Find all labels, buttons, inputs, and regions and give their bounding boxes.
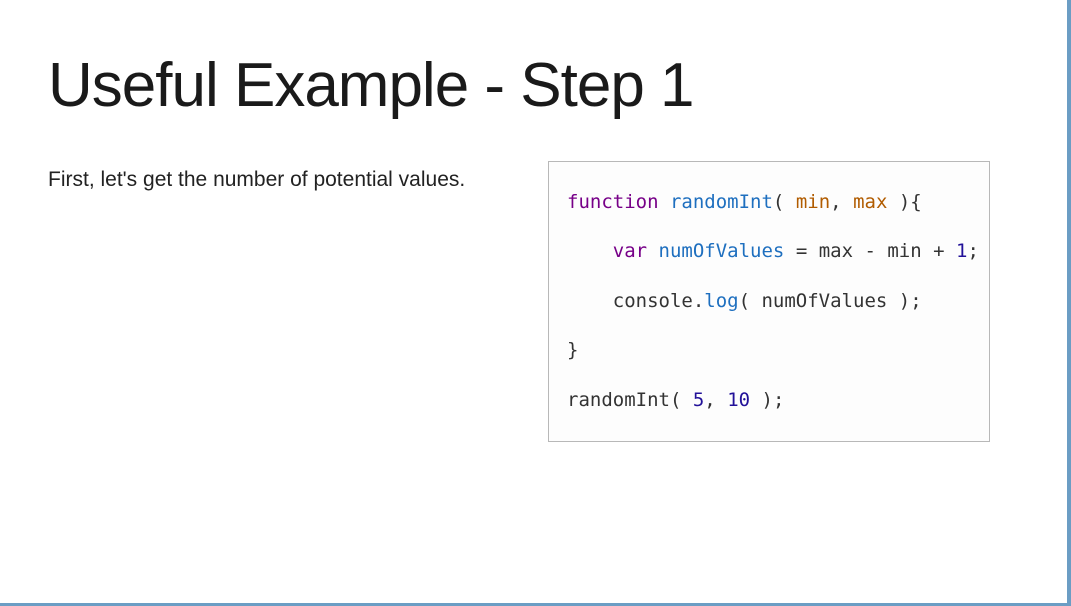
code-text: console. <box>567 290 704 312</box>
page-title: Useful Example - Step 1 <box>48 50 1019 121</box>
code-text: , <box>704 389 727 411</box>
code-param: min <box>796 191 830 213</box>
code-text: ; <box>967 240 978 262</box>
slide: Useful Example - Step 1 First, let's get… <box>0 0 1067 442</box>
code-keyword: function <box>567 191 659 213</box>
content-row: First, let's get the number of potential… <box>48 161 1019 442</box>
code-method: log <box>704 290 738 312</box>
code-number: 10 <box>727 389 750 411</box>
code-text: , <box>830 191 841 213</box>
code-text: = max - min + <box>784 240 956 262</box>
code-number: 1 <box>956 240 967 262</box>
code-text: ){ <box>899 191 922 213</box>
code-param: max <box>853 191 887 213</box>
code-variable: numOfValues <box>659 240 785 262</box>
code-text: randomInt( <box>567 389 693 411</box>
code-number: 5 <box>693 389 704 411</box>
code-text: ); <box>750 389 784 411</box>
code-function-name: randomInt <box>670 191 773 213</box>
code-text: ( numOfValues ); <box>739 290 922 312</box>
description-text: First, let's get the number of potential… <box>48 161 508 194</box>
code-text: ( <box>773 191 784 213</box>
code-keyword: var <box>613 240 647 262</box>
code-text: } <box>567 339 578 361</box>
code-block: function randomInt( min, max ){ var numO… <box>548 161 990 442</box>
